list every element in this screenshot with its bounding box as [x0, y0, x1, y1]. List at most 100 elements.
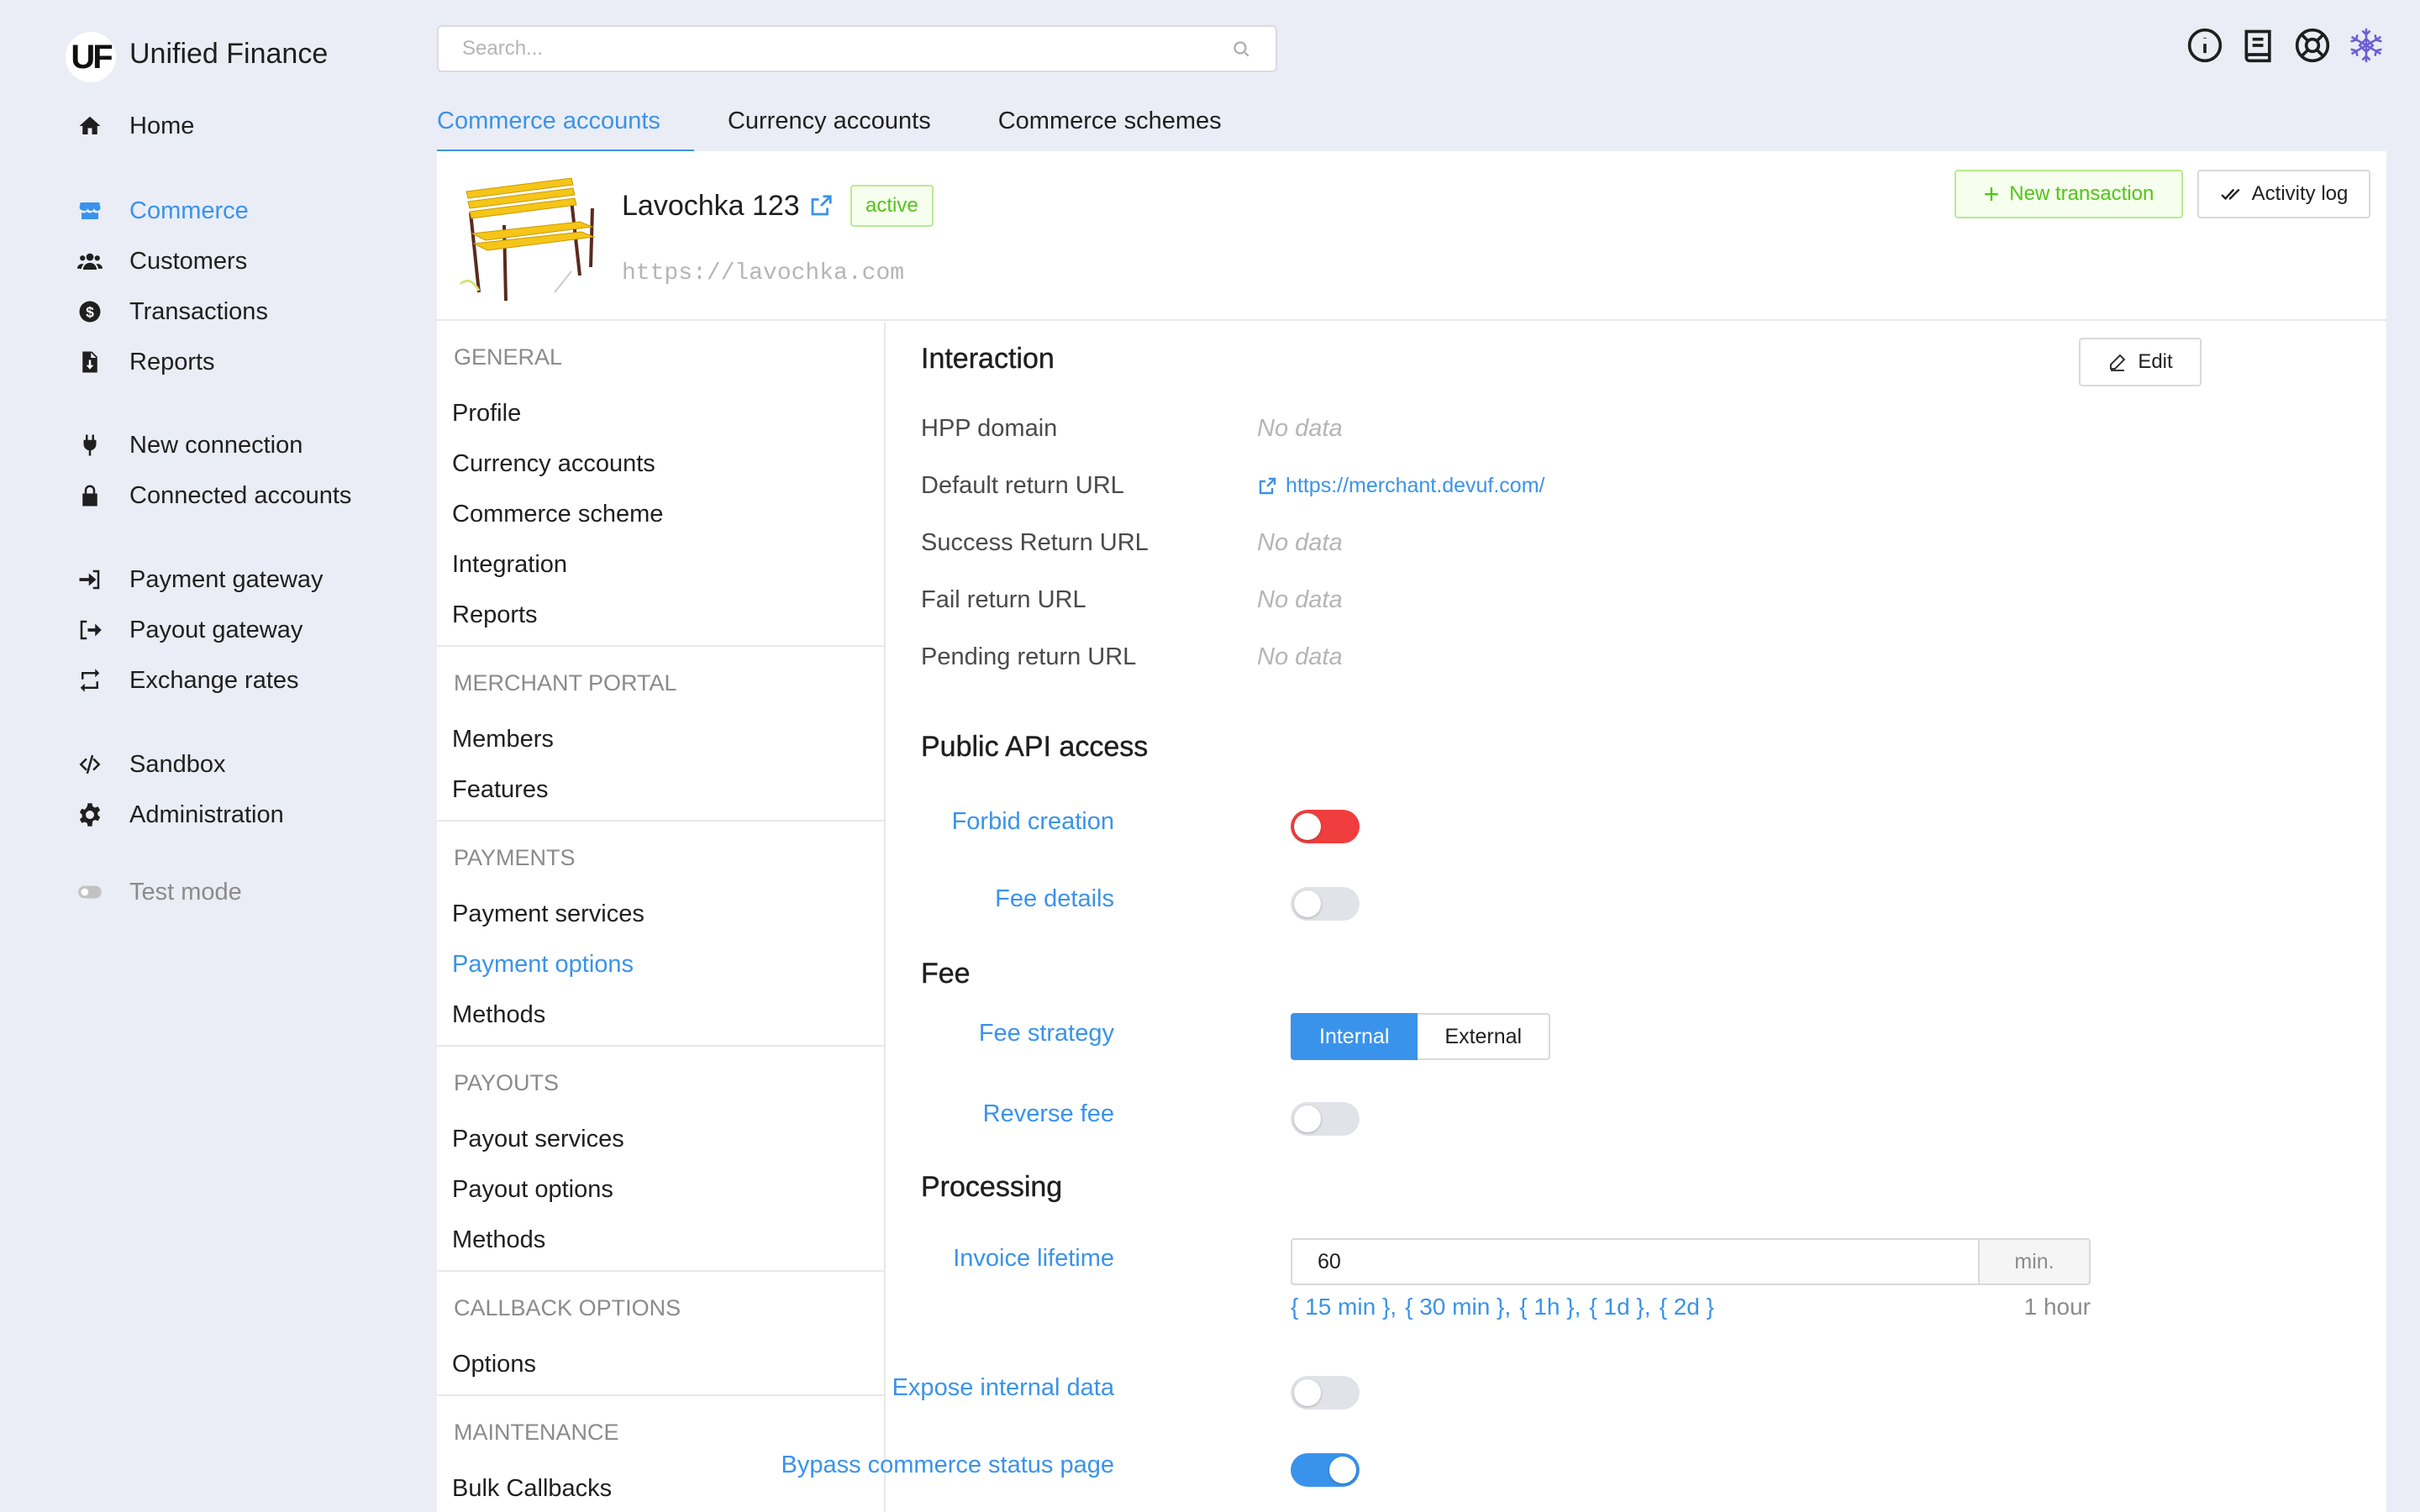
fee-strategy-selector: Internal External	[1291, 1013, 1551, 1060]
sidebar-item-reports[interactable]: Reports	[76, 342, 215, 382]
sidebar-item-home[interactable]: Home	[76, 106, 194, 146]
edit-label: Edit	[2138, 350, 2173, 373]
search-icon[interactable]	[1230, 38, 1252, 60]
sidebar-item-payment-gateway[interactable]: Payment gateway	[76, 559, 324, 600]
tab-commerce-schemes[interactable]: Commerce schemes	[998, 101, 1222, 153]
external-link-icon	[1259, 477, 1276, 494]
sidebar-item-commerce[interactable]: Commerce	[76, 191, 249, 231]
submenu-group-title: MERCHANT PORTAL	[454, 670, 677, 696]
submenu-group-payments: PAYMENTS Payment services Payment option…	[437, 822, 884, 1047]
expose-internal-toggle[interactable]	[1291, 1376, 1360, 1410]
submenu-item-payout-methods[interactable]: Methods	[452, 1226, 545, 1254]
dollar-circle-icon: $	[76, 297, 104, 326]
section-title-interaction: Interaction	[921, 343, 1055, 375]
submenu-item-options[interactable]: Options	[452, 1351, 536, 1378]
submenu-item-payment-options[interactable]: Payment options	[452, 951, 634, 979]
submenu-item-members[interactable]: Members	[452, 726, 554, 753]
settings-submenu: GENERAL Profile Currency accounts Commer…	[437, 323, 886, 1512]
sidebar-item-label: Exchange rates	[129, 666, 299, 694]
preset-2d[interactable]: { 2d }	[1660, 1294, 1714, 1320]
tab-currency-accounts[interactable]: Currency accounts	[728, 101, 931, 153]
invoice-lifetime-presets: { 15 min }, { 30 min }, { 1h }, { 1d }, …	[1291, 1294, 1714, 1320]
sidebar-item-transactions[interactable]: $ Transactions	[76, 291, 268, 332]
account-name: Lavochka 123	[622, 190, 800, 222]
sidebar-item-label: Test mode	[129, 878, 242, 906]
activity-log-button[interactable]: Activity log	[2197, 170, 2370, 218]
sidebar-item-sandbox[interactable]: Sandbox	[76, 744, 226, 785]
store-icon	[76, 197, 104, 225]
sidebar-item-administration[interactable]: Administration	[76, 795, 284, 835]
hpp-domain-value: No data	[1257, 415, 1343, 442]
new-transaction-button[interactable]: + New transaction	[1954, 170, 2183, 218]
tab-commerce-accounts[interactable]: Commerce accounts	[437, 101, 694, 153]
reverse-fee-label: Reverse fee	[982, 1100, 1114, 1127]
sign-in-icon	[76, 565, 104, 594]
plug-icon	[76, 431, 104, 459]
submenu-group-title: PAYMENTS	[454, 845, 576, 870]
avatar[interactable]	[2346, 25, 2386, 66]
submenu-item-features[interactable]: Features	[452, 776, 548, 804]
fee-details-toggle[interactable]	[1291, 887, 1360, 921]
tab-bar: Commerce accounts Currency accounts Comm…	[437, 101, 1289, 153]
invoice-lifetime-input[interactable]	[1291, 1238, 1978, 1285]
hpp-domain-label: HPP domain	[921, 415, 1058, 442]
account-logo-bench	[460, 177, 596, 301]
svg-text:$: $	[86, 303, 94, 320]
status-badge: active	[850, 185, 934, 227]
sidebar-item-customers[interactable]: Customers	[76, 241, 247, 281]
reverse-fee-toggle[interactable]	[1291, 1102, 1360, 1136]
account-url: https://lavochka.com	[622, 260, 905, 286]
fee-strategy-internal[interactable]: Internal	[1291, 1013, 1418, 1060]
app-name: Unified Finance	[129, 38, 329, 70]
lifebuoy-icon[interactable]	[2292, 25, 2333, 66]
sidebar-item-new-connection[interactable]: New connection	[76, 425, 302, 465]
submenu-item-commerce-scheme[interactable]: Commerce scheme	[452, 501, 663, 528]
forbid-creation-toggle[interactable]	[1291, 810, 1360, 843]
sidebar-item-label: Sandbox	[129, 750, 226, 778]
preset-15-min[interactable]: { 15 min },	[1291, 1294, 1397, 1320]
section-title-processing: Processing	[921, 1171, 1063, 1203]
submenu-item-payment-services[interactable]: Payment services	[452, 900, 644, 928]
app-logo[interactable]: UF	[66, 32, 116, 82]
sidebar-item-label: New connection	[129, 431, 303, 459]
submenu-item-currency-accounts[interactable]: Currency accounts	[452, 450, 655, 478]
preset-1h[interactable]: { 1h },	[1519, 1294, 1581, 1320]
sidebar-item-payout-gateway[interactable]: Payout gateway	[76, 610, 302, 650]
sidebar-item-connected-accounts[interactable]: Connected accounts	[76, 475, 351, 516]
submenu-item-methods[interactable]: Methods	[452, 1001, 545, 1029]
edit-button[interactable]: Edit	[2079, 338, 2202, 386]
info-icon[interactable]	[2185, 25, 2225, 66]
bypass-status-toggle[interactable]	[1291, 1453, 1360, 1487]
submenu-group-payouts: PAYOUTS Payout services Payout options M…	[437, 1047, 884, 1272]
submenu-item-payout-options[interactable]: Payout options	[452, 1176, 613, 1204]
submenu-item-integration[interactable]: Integration	[452, 551, 567, 579]
submenu-item-reports[interactable]: Reports	[452, 601, 538, 629]
submenu-item-payout-services[interactable]: Payout services	[452, 1126, 624, 1153]
book-icon[interactable]	[2238, 25, 2279, 66]
submenu-group-title: MAINTENANCE	[454, 1420, 619, 1445]
invoice-lifetime-hint: 1 hour	[2023, 1294, 2091, 1320]
search-input[interactable]	[462, 37, 1230, 60]
pencil-icon	[2110, 354, 2126, 371]
search-bar[interactable]	[437, 25, 1277, 72]
section-title-fee: Fee	[921, 958, 971, 990]
sidebar-item-exchange-rates[interactable]: Exchange rates	[76, 660, 299, 701]
sidebar-item-label: Home	[129, 112, 195, 139]
expose-internal-label: Expose internal data	[892, 1374, 1114, 1401]
submenu-item-bulk-callbacks[interactable]: Bulk Callbacks	[452, 1475, 612, 1503]
preset-1d[interactable]: { 1d },	[1589, 1294, 1650, 1320]
default-return-url-value: https://merchant.devuf.com/	[1286, 474, 1545, 497]
default-return-url-link[interactable]: https://merchant.devuf.com/	[1257, 474, 1544, 498]
sidebar-item-test-mode[interactable]: Test mode	[76, 872, 242, 912]
fee-strategy-label: Fee strategy	[978, 1020, 1114, 1047]
bypass-status-label: Bypass commerce status page	[781, 1452, 1114, 1478]
success-return-url-label: Success Return URL	[921, 529, 1149, 556]
success-return-url-value: No data	[1257, 529, 1343, 556]
external-link-icon[interactable]	[808, 193, 834, 218]
fee-strategy-external[interactable]: External	[1418, 1013, 1551, 1060]
avatar-snowflake-icon	[2350, 28, 2382, 63]
lock-icon	[76, 481, 104, 510]
invoice-lifetime-label: Invoice lifetime	[953, 1245, 1114, 1272]
submenu-item-profile[interactable]: Profile	[452, 400, 521, 428]
preset-30-min[interactable]: { 30 min },	[1405, 1294, 1511, 1320]
